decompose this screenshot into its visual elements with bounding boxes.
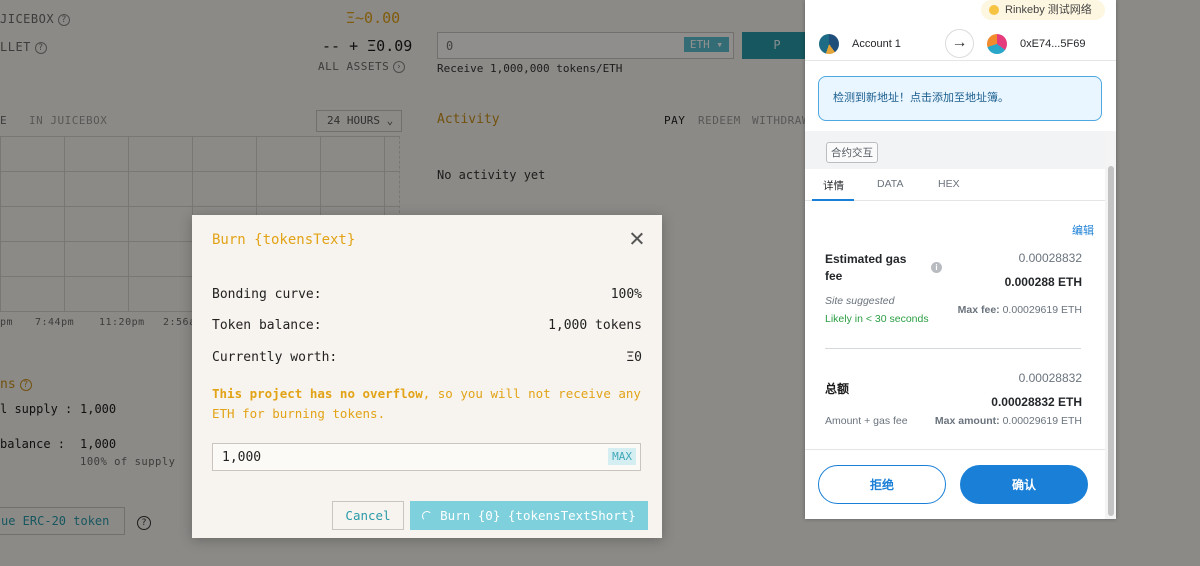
tab-details[interactable]: 详情 <box>823 178 844 193</box>
recipient-address[interactable]: 0xE74...5F69 <box>1020 38 1085 50</box>
contract-interaction-tag: 合约交互 <box>826 142 878 163</box>
edit-gas-link[interactable]: 编辑 <box>1072 222 1094 238</box>
likely-time: Likely in < 30 seconds <box>825 313 929 325</box>
reject-button[interactable]: 拒绝 <box>818 465 946 504</box>
max-fee-label: Max fee: <box>957 304 1000 316</box>
amount-plus-gas: Amount + gas fee <box>825 415 908 427</box>
gas-fee-eth: 0.000288 ETH <box>1004 275 1082 289</box>
arrow-right-icon: → <box>945 29 974 58</box>
row-value: Ξ0 <box>626 350 642 365</box>
burn-button[interactable]: Burn {0} {tokensTextShort} <box>410 501 648 530</box>
row-label: Currently worth: <box>212 350 338 365</box>
max-fee-value: 0.00029619 ETH <box>1002 304 1082 316</box>
row-value: 100% <box>610 287 642 302</box>
row-label: Bonding curve: <box>212 287 322 302</box>
metamask-confirm-window: Rinkeby 测试网络 Account 1 → 0xE74...5F69 检测… <box>805 0 1116 519</box>
close-icon[interactable] <box>628 230 646 248</box>
new-address-notice[interactable]: 检测到新地址！点击添加至地址簿。 <box>818 76 1102 121</box>
sender-recipient-bar: Account 1 → 0xE74...5F69 <box>805 27 1116 61</box>
total-eth: 0.00028832 ETH <box>991 395 1082 409</box>
sender-account-name: Account 1 <box>852 38 901 50</box>
gas-fee-fiat: 0.00028832 <box>1018 251 1082 265</box>
modal-title: Burn {tokensText} <box>212 232 356 248</box>
network-name: Rinkeby 测试网络 <box>1005 4 1092 16</box>
account-avatar-icon <box>819 34 839 54</box>
recipient-avatar-icon <box>987 34 1007 54</box>
max-fee: Max fee: 0.00029619 ETH <box>958 304 1082 316</box>
max-amount: Max amount: 0.00029619 ETH <box>935 415 1082 427</box>
divider <box>825 348 1081 349</box>
contract-interaction-band: 合约交互 <box>805 131 1105 169</box>
total-title: 总额 <box>825 382 850 396</box>
loading-spinner-icon <box>422 511 433 521</box>
currently-worth-row: Currently worth: Ξ0 <box>212 350 642 365</box>
row-label: Token balance: <box>212 318 322 333</box>
token-balance-row: Token balance: 1,000 tokens <box>212 318 642 333</box>
footer-divider <box>805 449 1105 450</box>
burn-button-label: Burn {0} {tokensTextShort} <box>440 508 636 523</box>
cancel-button[interactable]: Cancel <box>332 501 404 530</box>
burn-tokens-modal: Burn {tokensText} Bonding curve: 100% To… <box>192 215 662 538</box>
confirm-button[interactable]: 确认 <box>960 465 1088 504</box>
max-amount-label: Max amount: <box>934 415 1000 427</box>
network-status-icon <box>989 5 999 15</box>
tab-hex[interactable]: HEX <box>938 178 960 190</box>
tab-data[interactable]: DATA <box>877 178 903 190</box>
detail-tabs: 详情 DATA HEX <box>805 169 1105 201</box>
site-suggested: Site suggested <box>825 295 895 307</box>
transaction-details: 合约交互 详情 DATA HEX 编辑 Estimated gas fee i … <box>805 131 1116 449</box>
network-selector[interactable]: Rinkeby 测试网络 <box>981 0 1105 20</box>
burn-amount-field[interactable]: MAX <box>212 443 641 471</box>
max-amount-value: 0.00029619 ETH <box>1002 415 1082 427</box>
active-tab-indicator <box>812 199 854 201</box>
estimated-gas-fee-title: Estimated gas fee <box>825 252 907 283</box>
scrollbar-thumb[interactable] <box>1108 166 1114 516</box>
info-icon[interactable]: i <box>931 262 942 273</box>
bonding-curve-row: Bonding curve: 100% <box>212 287 642 302</box>
max-button[interactable]: MAX <box>608 448 636 465</box>
total-fiat: 0.00028832 <box>1018 371 1082 385</box>
burn-amount-input[interactable] <box>213 444 593 470</box>
no-overflow-warning: This project has no overflow, so you wil… <box>212 384 652 423</box>
row-value: 1,000 tokens <box>548 318 642 333</box>
warning-bold: This project has no overflow <box>212 386 423 401</box>
